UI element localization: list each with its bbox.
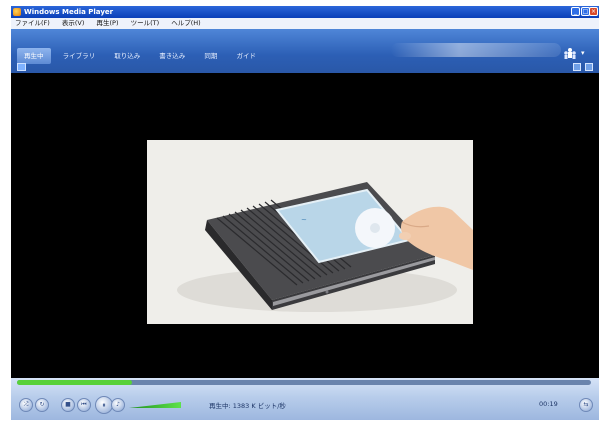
media-player-window: Windows Media Player _ □ × ファイル(F) 表示(V)… <box>11 6 599 420</box>
tab-rip[interactable]: 取り込み <box>107 48 147 64</box>
svg-text:~: ~ <box>301 216 307 224</box>
stop-button[interactable]: ■ <box>61 398 75 412</box>
playback-status: 再生中: 1383 K ビット/秒 <box>209 402 286 410</box>
minimize-button[interactable]: _ <box>571 7 580 16</box>
wmp-logo-icon <box>13 8 21 16</box>
switch-to-skin-button[interactable]: ⇆ <box>579 398 593 412</box>
tab-guide[interactable]: ガイド <box>229 48 263 64</box>
seek-progress <box>17 380 132 385</box>
online-stores-icon[interactable] <box>563 47 577 59</box>
tab-sync[interactable]: 同期 <box>197 48 224 64</box>
close-button[interactable]: × <box>589 7 598 16</box>
menu-play[interactable]: 再生(P) <box>97 18 119 29</box>
navigation-toolbar: 再生中 ライブラリ 取り込み 書き込み 同期 ガイド ▾ <box>11 29 599 73</box>
shuffle-button[interactable]: ⤮ <box>19 398 33 412</box>
menu-bar: ファイル(F) 表示(V) 再生(P) ツール(T) ヘルプ(H) <box>11 18 599 29</box>
tab-library[interactable]: ライブラリ <box>56 48 103 64</box>
seek-bar[interactable] <box>17 380 591 385</box>
menu-help[interactable]: ヘルプ(H) <box>171 18 200 29</box>
fullscreen-icon[interactable] <box>585 63 593 71</box>
chevron-down-icon[interactable]: ▾ <box>581 49 585 57</box>
tab-now-playing[interactable]: 再生中 <box>17 48 51 64</box>
menu-tools[interactable]: ツール(T) <box>131 18 160 29</box>
menu-view[interactable]: 表示(V) <box>62 18 85 29</box>
video-area[interactable]: ~ <box>11 73 599 378</box>
elapsed-time: 00:19 <box>539 400 558 408</box>
view-options-icon[interactable] <box>573 63 581 71</box>
title-bar[interactable]: Windows Media Player _ □ × <box>11 6 599 18</box>
mute-button[interactable]: ♪ <box>111 398 125 412</box>
menu-file[interactable]: ファイル(F) <box>15 18 50 29</box>
tab-burn[interactable]: 書き込み <box>152 48 192 64</box>
previous-button[interactable]: ⏮ <box>77 398 91 412</box>
search-field-glow[interactable] <box>391 43 561 57</box>
repeat-button[interactable]: ↻ <box>35 398 49 412</box>
transport-controls: ⤮ ↻ ■ ⏮ ⏸ ♪ 再生中: 1383 K ビット/秒 00:19 ⇆ <box>11 378 599 420</box>
window-title: Windows Media Player <box>24 8 114 16</box>
nav-tabs: 再生中 ライブラリ 取り込み 書き込み 同期 ガイド <box>17 43 263 64</box>
video-frame: ~ <box>147 140 473 324</box>
playlist-toggle-icon[interactable] <box>17 63 26 71</box>
volume-slider[interactable] <box>129 402 181 408</box>
